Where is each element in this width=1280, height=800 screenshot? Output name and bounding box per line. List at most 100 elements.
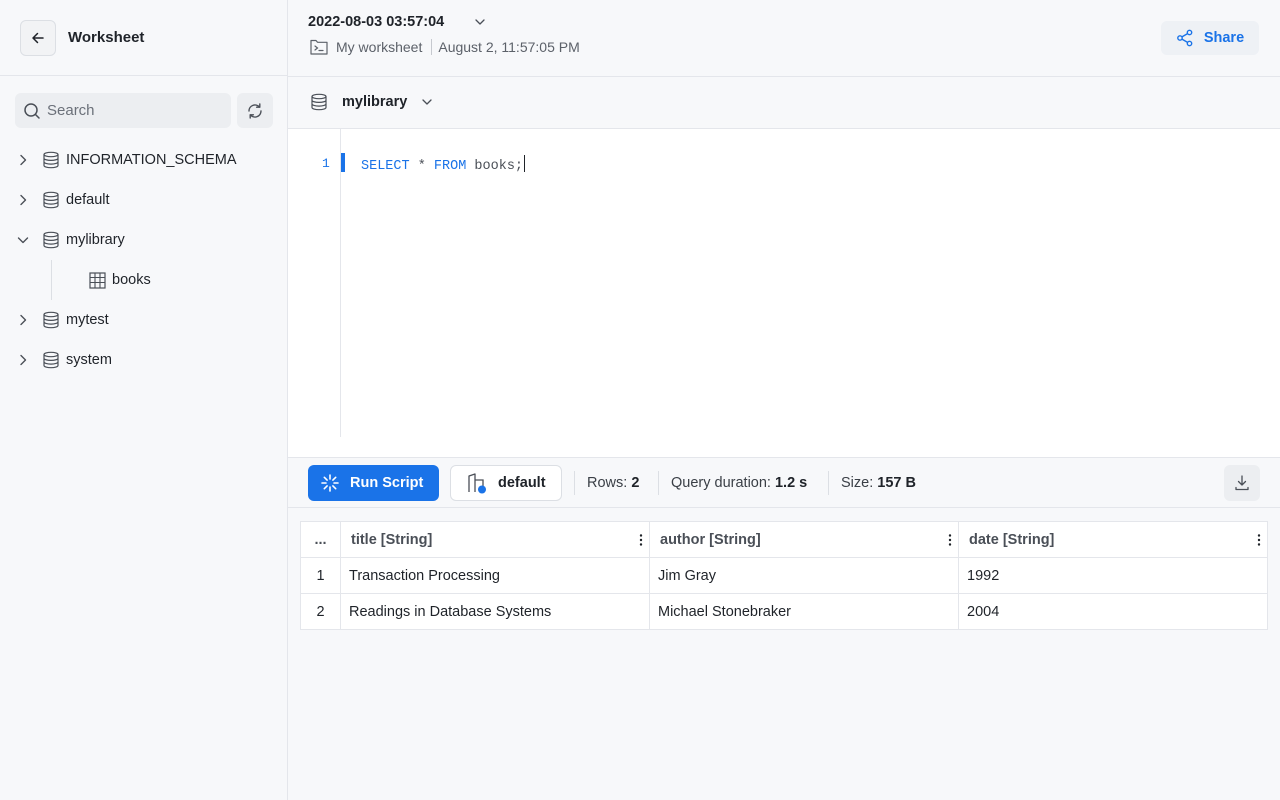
- worksheet-meta: My worksheet August 2, 11:57:05 PM: [310, 38, 580, 55]
- rows-stat: Rows: 2: [587, 475, 639, 491]
- code-token: books;: [466, 159, 524, 174]
- keyword-token: FROM: [433, 159, 467, 174]
- download-icon: [1235, 475, 1249, 491]
- table-icon: [89, 272, 106, 289]
- toolbar-divider: [658, 471, 659, 495]
- keyword-token: SELECT: [361, 159, 410, 174]
- active-line-marker: [341, 153, 345, 172]
- run-label: Run Script: [350, 475, 424, 491]
- share-button[interactable]: Share: [1161, 21, 1259, 55]
- sidebar-title: Worksheet: [68, 29, 145, 46]
- search-icon: [24, 102, 40, 119]
- chevron-down-icon[interactable]: [16, 233, 30, 247]
- duration-stat: Query duration: 1.2 s: [671, 475, 807, 491]
- meta-divider: [431, 38, 433, 55]
- tree-item-label: mytest: [66, 312, 109, 328]
- text-cursor: [524, 155, 526, 172]
- database-icon: [43, 231, 59, 249]
- results-panel: ... title [String] author [String] date …: [288, 508, 1280, 800]
- rows-label: Rows:: [587, 475, 628, 491]
- rows-value: 2: [631, 475, 640, 491]
- run-script-button[interactable]: Run Script: [308, 465, 439, 501]
- database-icon: [43, 351, 59, 369]
- column-header-label: author [String]: [660, 531, 761, 548]
- database-tree: INFORMATION_SCHEMA default mylibrary boo…: [0, 140, 287, 380]
- tree-item-system[interactable]: system: [0, 340, 287, 380]
- column-header-label: date [String]: [969, 531, 1055, 548]
- share-label: Share: [1203, 30, 1245, 46]
- folder-name[interactable]: My worksheet: [336, 39, 422, 55]
- table-header-row: ... title [String] author [String] date …: [300, 521, 1268, 558]
- size-label: Size:: [841, 475, 874, 491]
- column-header[interactable]: date [String]: [958, 521, 1268, 558]
- main-panel: 2022-08-03 03:57:04 My worksheet August …: [288, 0, 1280, 800]
- column-header[interactable]: title [String]: [340, 521, 650, 558]
- sidebar-header: Worksheet: [0, 0, 287, 76]
- database-icon: [43, 311, 59, 329]
- database-bar: mylibrary: [288, 77, 1280, 129]
- chevron-down-icon: [422, 99, 432, 105]
- chevron-down-icon[interactable]: [474, 16, 486, 28]
- tree-item-mylibrary[interactable]: mylibrary: [0, 220, 287, 260]
- chevron-right-icon[interactable]: [16, 313, 30, 327]
- query-toolbar: Run Script default Rows: 2 Query duratio…: [288, 457, 1280, 508]
- size-stat: Size: 157 B: [841, 475, 916, 491]
- worksheet-header: 2022-08-03 03:57:04 My worksheet August …: [288, 0, 1280, 77]
- code-line[interactable]: SELECT * FROM books;: [361, 155, 526, 174]
- duration-value: 1.2 s: [774, 475, 808, 491]
- size-value: 157 B: [877, 475, 916, 491]
- search-box[interactable]: [15, 93, 231, 128]
- toolbar-divider: [574, 471, 575, 495]
- download-button[interactable]: [1224, 465, 1260, 501]
- refresh-button[interactable]: [237, 93, 273, 128]
- tree-item-label: mylibrary: [66, 232, 125, 248]
- search-input[interactable]: [47, 102, 217, 119]
- tree-item-label: default: [66, 192, 110, 208]
- table-cell[interactable]: 2004: [958, 593, 1268, 630]
- chevron-right-icon[interactable]: [16, 193, 30, 207]
- index-header[interactable]: ...: [300, 521, 341, 558]
- tree-item-label: books: [112, 272, 151, 288]
- tree-item-label: system: [66, 352, 112, 368]
- column-header[interactable]: author [String]: [649, 521, 959, 558]
- tree-item-table-books[interactable]: books: [0, 260, 287, 300]
- row-index: 2: [300, 593, 341, 630]
- tree-item-mytest[interactable]: mytest: [0, 300, 287, 340]
- chevron-right-icon[interactable]: [16, 353, 30, 367]
- sql-editor[interactable]: 1 SELECT * FROM books;: [288, 129, 1280, 457]
- row-index: 1: [300, 557, 341, 594]
- code-token: *: [409, 159, 434, 174]
- chevron-right-icon[interactable]: [16, 153, 30, 167]
- tree-item-default[interactable]: default: [0, 180, 287, 220]
- line-number: 1: [322, 156, 330, 171]
- selected-database: mylibrary: [342, 94, 408, 110]
- refresh-icon: [248, 102, 262, 119]
- back-button[interactable]: [20, 20, 56, 56]
- database-selector[interactable]: mylibrary: [310, 93, 433, 111]
- warehouse-selector[interactable]: default: [450, 465, 562, 501]
- terminal-folder-icon: [310, 39, 328, 55]
- table-cell[interactable]: 1992: [958, 557, 1268, 594]
- warehouse-icon: [468, 473, 486, 494]
- tree-item-information-schema[interactable]: INFORMATION_SCHEMA: [0, 140, 287, 180]
- database-icon: [43, 191, 59, 209]
- warehouse-name: default: [498, 475, 546, 491]
- table-row[interactable]: 1 Transaction Processing Jim Gray 1992: [300, 557, 1268, 594]
- table-cell[interactable]: Jim Gray: [649, 557, 959, 594]
- column-header-label: title [String]: [351, 531, 433, 548]
- table-cell[interactable]: Transaction Processing: [340, 557, 650, 594]
- column-menu-icon[interactable]: [948, 533, 952, 547]
- share-icon: [1176, 29, 1193, 47]
- column-menu-icon[interactable]: [639, 533, 643, 547]
- worksheet-name[interactable]: 2022-08-03 03:57:04: [308, 14, 444, 30]
- sidebar: Worksheet INFORMATION_SCHEMA: [0, 0, 288, 800]
- table-cell[interactable]: Readings in Database Systems: [340, 593, 650, 630]
- table-cell[interactable]: Michael Stonebraker: [649, 593, 959, 630]
- results-table: ... title [String] author [String] date …: [300, 521, 1268, 630]
- table-row[interactable]: 2 Readings in Database Systems Michael S…: [300, 593, 1268, 630]
- duration-label: Query duration:: [671, 475, 771, 491]
- database-icon: [311, 93, 327, 111]
- app: Worksheet INFORMATION_SCHEMA: [0, 0, 1280, 800]
- column-menu-icon[interactable]: [1257, 533, 1261, 547]
- arrow-left-icon: [32, 32, 44, 44]
